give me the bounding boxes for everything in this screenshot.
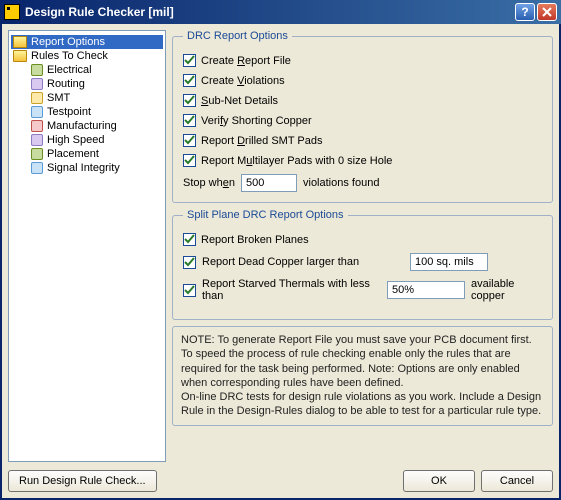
content-pane: DRC Report Options Create Report File Cr… [172,30,553,462]
rule-icon [31,162,43,174]
create-violations-checkbox[interactable] [183,74,196,87]
tree-item-label: Routing [47,78,85,90]
tree-item-label: Rules To Check [31,50,108,62]
starved-thermals-input[interactable] [387,281,465,299]
note-line-1: NOTE: To generate Report File you must s… [181,333,544,347]
tree-item-label: Electrical [47,64,92,76]
tree-item-signal-integrity[interactable]: Signal Integrity [11,161,163,175]
report-multilayer-checkbox[interactable] [183,154,196,167]
create-report-label: Create Report File [201,55,291,67]
subnet-checkbox[interactable] [183,94,196,107]
tree-item-testpoint[interactable]: Testpoint [11,105,163,119]
broken-planes-checkbox[interactable] [183,233,196,246]
tree-item-label: Manufacturing [47,120,117,132]
rule-icon [31,92,43,104]
tree-item-placement[interactable]: Placement [11,147,163,161]
report-drilled-checkbox[interactable] [183,134,196,147]
starved-thermals-checkbox[interactable] [183,284,196,297]
tree-item-label: Signal Integrity [47,162,120,174]
main-area: Report Options Rules To Check Electrical Ro… [8,30,553,462]
app-icon [4,4,20,20]
drc-report-options-group: DRC Report Options Create Report File Cr… [172,30,553,203]
note-line-3: On-line DRC tests for design rule violat… [181,390,544,419]
note-box: NOTE: To generate Report File you must s… [172,326,553,426]
title-bar: Design Rule Checker [mil] ? [0,0,561,24]
starved-thermals-suffix: available copper [471,278,542,302]
report-drilled-label: Report Drilled SMT Pads [201,135,322,147]
tree-item-label: SMT [47,92,70,104]
rule-icon [31,78,43,90]
tree-pane[interactable]: Report Options Rules To Check Electrical Ro… [8,30,166,462]
split-legend: Split Plane DRC Report Options [183,209,348,221]
create-report-checkbox[interactable] [183,54,196,67]
create-violations-label: Create Violations [201,75,285,87]
stop-when-suffix: violations found [303,177,379,189]
starved-thermals-label: Report Starved Thermals with less than [202,278,381,302]
subnet-label: Sub-Net Details [201,95,278,107]
folder-icon [13,50,27,62]
rule-icon [31,120,43,132]
dead-copper-checkbox[interactable] [183,256,196,269]
tree-item-label: Placement [47,148,99,160]
run-drc-button[interactable]: Run Design Rule Check... [8,470,157,492]
tree-item-label: Testpoint [47,106,91,118]
close-button[interactable] [537,3,557,21]
folder-icon [13,36,27,48]
stop-when-prefix: Stop when [183,177,235,189]
tree-item-routing[interactable]: Routing [11,77,163,91]
stop-when-input[interactable] [241,174,297,192]
rule-icon [31,134,43,146]
split-plane-group: Split Plane DRC Report Options Report Br… [172,209,553,320]
dead-copper-input[interactable] [410,253,488,271]
ok-button[interactable]: OK [403,470,475,492]
verify-shorting-label: Verify Shorting Copper [201,115,312,127]
broken-planes-label: Report Broken Planes [201,234,309,246]
note-line-2: To speed the process of rule checking en… [181,347,544,390]
tree-item-smt[interactable]: SMT [11,91,163,105]
tree-item-label: Report Options [31,36,105,48]
tree-item-label: High Speed [47,134,105,146]
verify-shorting-checkbox[interactable] [183,114,196,127]
tree-item-report-options[interactable]: Report Options [11,35,163,49]
rule-icon [31,106,43,118]
tree-item-high-speed[interactable]: High Speed [11,133,163,147]
rule-icon [31,64,43,76]
window-title: Design Rule Checker [mil] [25,5,513,19]
tree-item-electrical[interactable]: Electrical [11,63,163,77]
window-body: Report Options Rules To Check Electrical Ro… [0,24,561,500]
help-button[interactable]: ? [515,3,535,21]
tree-item-rules-to-check[interactable]: Rules To Check [11,49,163,63]
button-bar: Run Design Rule Check... OK Cancel [8,462,553,492]
rule-icon [31,148,43,160]
dead-copper-label: Report Dead Copper larger than [202,256,404,268]
drc-legend: DRC Report Options [183,30,292,42]
cancel-button[interactable]: Cancel [481,470,553,492]
report-multilayer-label: Report Multilayer Pads with 0 size Hole [201,155,392,167]
tree-item-manufacturing[interactable]: Manufacturing [11,119,163,133]
